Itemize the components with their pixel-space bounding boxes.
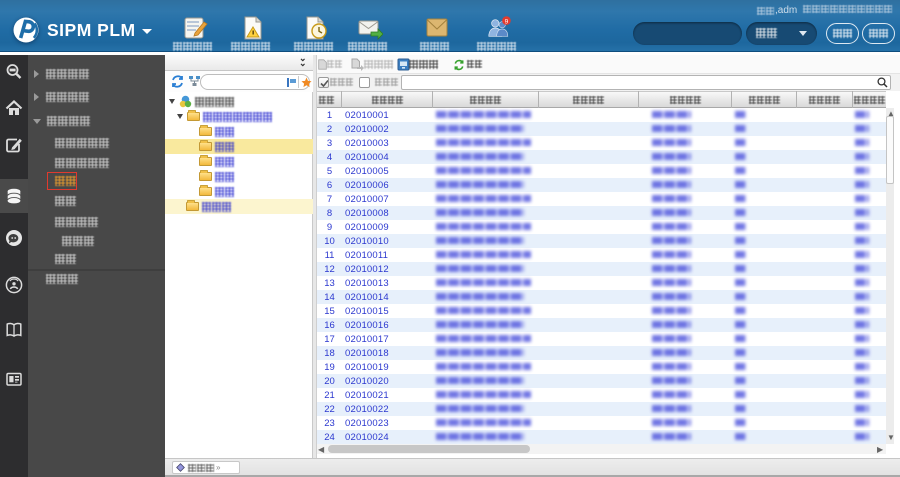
svg-text:9: 9 xyxy=(505,18,509,25)
